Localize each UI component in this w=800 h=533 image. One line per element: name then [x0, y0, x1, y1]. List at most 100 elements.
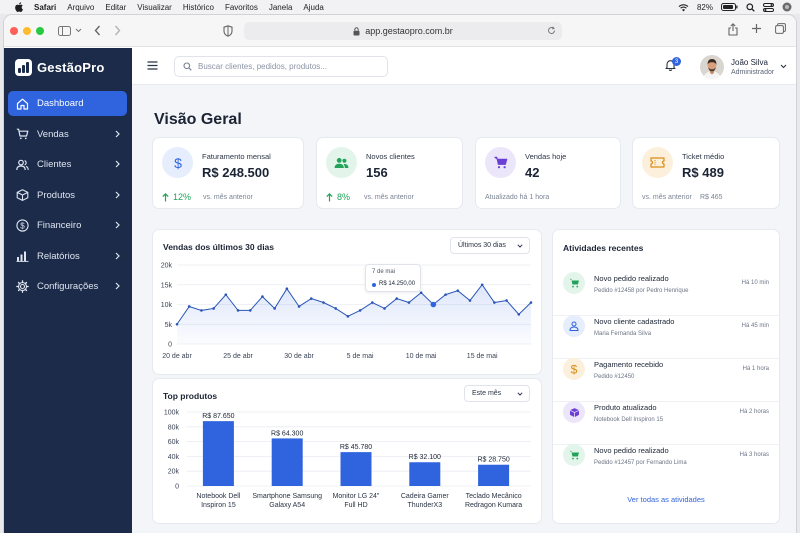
app-logo[interactable]: GestãoPro [4, 48, 132, 86]
page-title: Visão Geral [154, 111, 242, 128]
apple-icon[interactable] [14, 2, 24, 12]
reload-icon[interactable] [547, 26, 556, 35]
activity-subtitle: Pedido #12457 por Fernando Lima [594, 460, 687, 466]
data-point [175, 322, 179, 326]
menu-ajuda[interactable]: Ajuda [303, 3, 323, 12]
menu-janela[interactable]: Janela [269, 3, 293, 12]
control-center-icon[interactable] [763, 2, 774, 12]
tooltip-value: R$ 14.250,00 [379, 281, 416, 287]
menu-arquivo[interactable]: Arquivo [67, 3, 94, 12]
data-point [334, 307, 337, 310]
sidebar-item-label: Produtos [37, 189, 76, 201]
minimize-window-button[interactable] [23, 26, 31, 35]
cart-icon [563, 272, 585, 294]
arrow-up-icon [162, 192, 169, 201]
y-tick-label: 100k [164, 410, 180, 417]
kpi-card-novos-clientes: Novos clientes 156 8% vs. mês anterior [316, 137, 463, 209]
menu-editar[interactable]: Editar [105, 3, 126, 12]
wifi-icon[interactable] [678, 3, 689, 12]
activity-item[interactable]: Novo pedido realizado Pedido #12458 por … [553, 272, 779, 316]
y-tick-label: 20k [168, 469, 180, 476]
plus-icon[interactable] [751, 23, 762, 34]
x-tick-label: 10 de mai [406, 353, 437, 360]
recent-activities-card: Atividades recentes Novo pedido realizad… [552, 229, 780, 524]
battery-icon[interactable] [721, 3, 738, 11]
logo-icon [15, 58, 32, 76]
activity-title: Pagamento recebido [594, 360, 664, 369]
tabs-overview-icon[interactable] [775, 23, 786, 34]
address-bar[interactable]: app.gestaopro.com.br [244, 22, 562, 40]
search-icon [183, 62, 192, 71]
browser-toolbar: app.gestaopro.com.br [4, 15, 796, 47]
siri-icon[interactable] [782, 2, 792, 12]
kpi-subtitle: vs. mês anterior [364, 194, 414, 201]
chevron-down-icon[interactable] [780, 64, 787, 69]
view-all-activities-link[interactable]: Ver todas as atividades [553, 495, 779, 504]
share-icon[interactable] [728, 23, 738, 36]
close-window-button[interactable] [10, 26, 18, 35]
sidebar-item-label: Configurações [37, 281, 99, 292]
hamburger-menu-icon[interactable] [147, 61, 158, 70]
shield-icon [223, 25, 233, 37]
forward-button[interactable] [114, 23, 121, 39]
kpi-value: 42 [525, 165, 540, 180]
zoom-window-button[interactable] [36, 26, 44, 35]
data-point [444, 293, 447, 296]
data-point [309, 297, 313, 300]
kpi-value: R$ 489 [682, 165, 724, 180]
menu-historico[interactable]: Histórico [183, 3, 214, 12]
menu-safari[interactable]: Safari [34, 3, 56, 12]
sidebar-item-label: Financeiro [37, 220, 82, 231]
ticket-icon [642, 147, 673, 178]
activity-item[interactable]: Novo cliente cadastrado Maria Fernanda S… [553, 315, 779, 359]
sales-area [177, 284, 531, 344]
activity-item[interactable]: Produto atualizado Notebook Dell Inspiro… [553, 401, 779, 445]
privacy-report-button[interactable] [223, 23, 233, 39]
sidebar-item-produtos[interactable]: Produtos [8, 183, 127, 208]
menu-visualizar[interactable]: Visualizar [137, 3, 172, 12]
gear-icon [16, 280, 29, 293]
kpi-card-faturamento: $ Faturamento mensal R$ 248.500 12% vs. … [152, 137, 304, 209]
data-point [236, 309, 240, 312]
kpi-trend: 12% [162, 192, 191, 202]
data-point [212, 307, 215, 310]
search-box[interactable] [174, 56, 388, 77]
kpi-label: Vendas hoje [525, 152, 567, 161]
notification-badge: 3 [672, 57, 681, 66]
sidebar-item-financeiro[interactable]: $ Financeiro [8, 213, 127, 238]
y-tick-label: 60k [168, 439, 180, 446]
sidebar-item-dashboard[interactable]: Dashboard [8, 91, 127, 116]
activity-title: Novo pedido realizado [594, 446, 669, 455]
sidebar-toggle-button[interactable] [58, 23, 82, 39]
data-point [200, 309, 203, 312]
data-point [480, 283, 484, 287]
chevron-right-icon [115, 130, 120, 137]
kpi-label: Novos clientes [366, 152, 415, 161]
sidebar-item-label: Clientes [37, 159, 72, 170]
cart-icon [563, 444, 585, 466]
sidebar-item-clientes[interactable]: Clientes [8, 152, 127, 177]
activity-subtitle: Pedido #12458 por Pedro Henrique [594, 288, 689, 294]
kpi-card-vendas-hoje: Vendas hoje 42 Atualizado há 1 hora [475, 137, 621, 209]
data-point [505, 299, 508, 302]
activity-item[interactable]: Novo pedido realizado Pedido #12457 por … [553, 444, 779, 488]
kpi-card-ticket-medio: Ticket médio R$ 489 vs. mês anterior R$ … [632, 137, 780, 209]
menu-favoritos[interactable]: Favoritos [225, 3, 258, 12]
back-button[interactable] [94, 23, 101, 39]
avatar[interactable] [700, 55, 724, 79]
x-category-label: ThunderX3 [407, 502, 442, 509]
search-icon[interactable] [746, 2, 755, 12]
data-point [493, 301, 496, 304]
data-point [383, 307, 386, 310]
sidebar-item-configuracoes[interactable]: Configurações [8, 274, 127, 299]
data-point [297, 305, 301, 308]
sidebar-item-vendas[interactable]: Vendas [8, 122, 127, 147]
top-header: 3 João Silva Administrador [132, 48, 796, 85]
data-point [407, 301, 411, 304]
activity-time: Há 3 horas [739, 452, 769, 458]
sidebar-item-relatorios[interactable]: Relatórios [8, 244, 127, 269]
data-point [261, 295, 264, 298]
lock-icon [353, 26, 360, 35]
activity-item[interactable]: $ Pagamento recebido Pedido #12450 Há 1 … [553, 358, 779, 402]
search-input[interactable] [198, 62, 378, 71]
